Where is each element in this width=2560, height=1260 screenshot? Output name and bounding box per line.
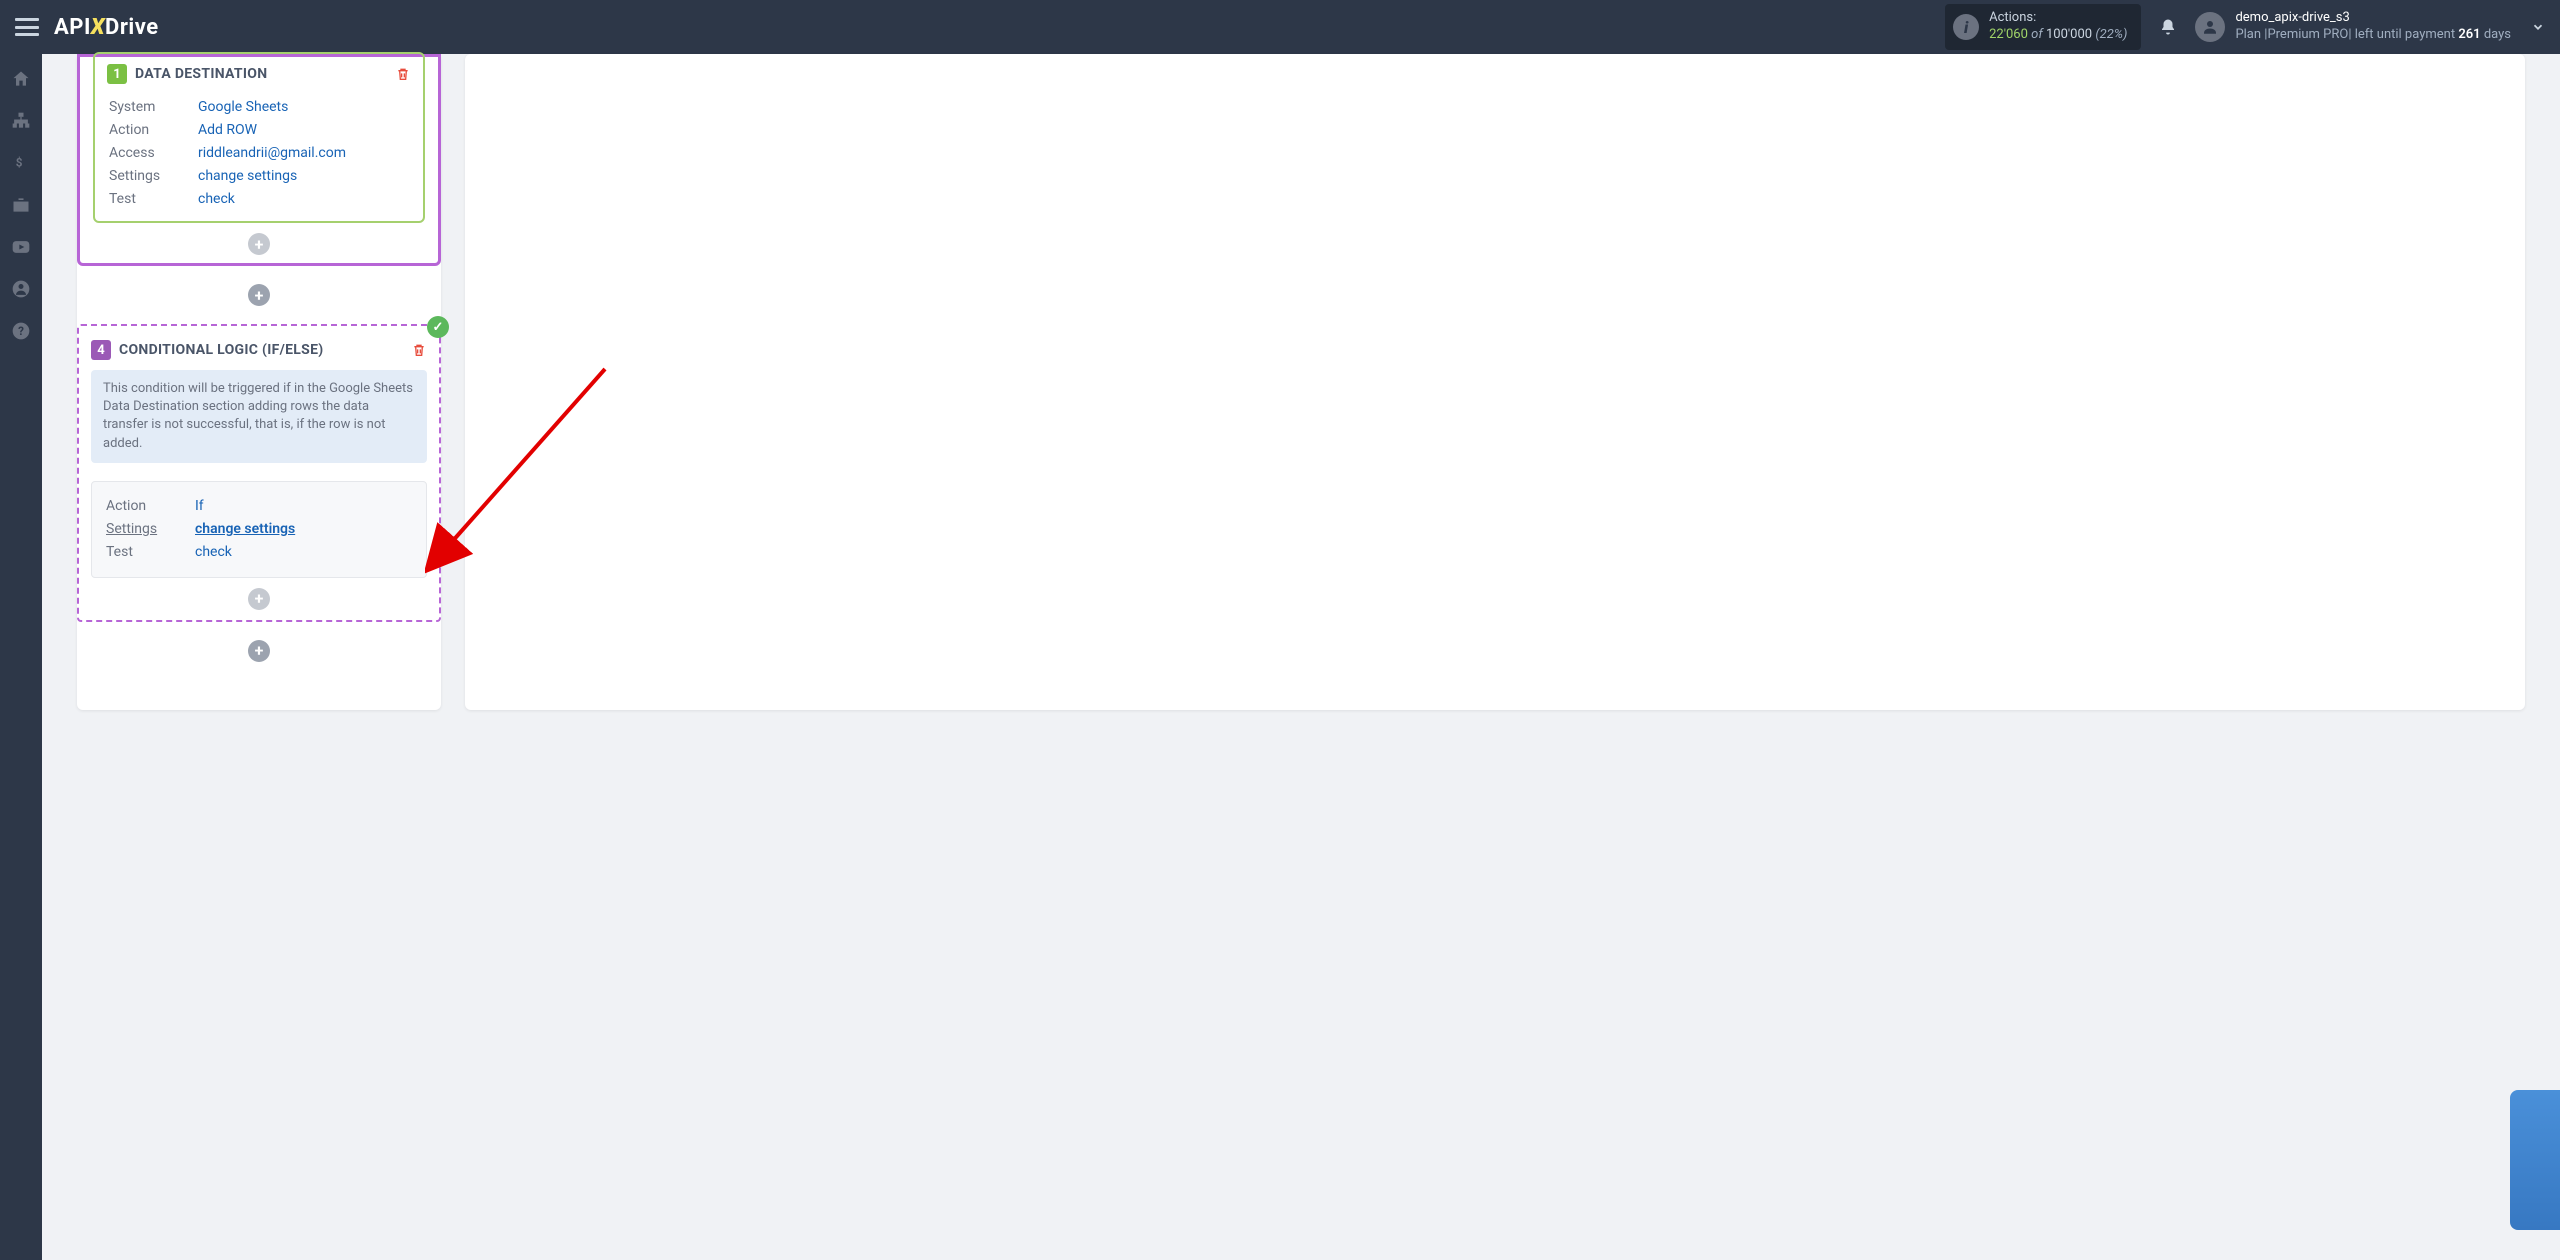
destination-settings: SystemGoogle Sheets ActionAdd ROW Access… xyxy=(107,94,411,211)
setting-row: Settingschange settings xyxy=(109,165,409,186)
block-title: CONDITIONAL LOGIC (IF/ELSE) xyxy=(119,342,323,358)
condition-description: This condition will be triggered if in t… xyxy=(91,370,427,463)
plan-line: Plan |Premium PRO| left until payment 26… xyxy=(2235,27,2511,44)
svg-text:?: ? xyxy=(18,324,24,338)
logo-api: API xyxy=(54,15,91,40)
system-link[interactable]: Google Sheets xyxy=(198,99,288,115)
workflow-panel: 1 DATA DESTINATION SystemGoogle Sheets A… xyxy=(77,54,441,710)
add-step-button[interactable]: + xyxy=(248,588,270,610)
destination-block: 1 DATA DESTINATION SystemGoogle Sheets A… xyxy=(93,52,425,223)
actions-counter[interactable]: i Actions: 22'060 of 100'000 (22%) xyxy=(1945,4,2141,50)
add-block-button[interactable]: + xyxy=(248,640,270,662)
logo-x: X xyxy=(91,15,105,40)
setting-row: SystemGoogle Sheets xyxy=(109,96,409,117)
sitemap-icon[interactable] xyxy=(10,110,32,132)
youtube-icon[interactable] xyxy=(10,236,32,258)
briefcase-icon[interactable] xyxy=(10,194,32,216)
access-link[interactable]: riddleandrii@gmail.com xyxy=(198,145,346,161)
main-content: 1 DATA DESTINATION SystemGoogle Sheets A… xyxy=(42,54,2560,740)
side-widget[interactable] xyxy=(2510,1090,2560,1230)
setting-row: Testcheck xyxy=(106,542,412,563)
block-title: DATA DESTINATION xyxy=(135,66,267,82)
check-badge-icon xyxy=(427,316,449,338)
add-step-button[interactable]: + xyxy=(248,233,270,255)
action-link[interactable]: If xyxy=(195,498,204,514)
hamburger-menu[interactable] xyxy=(15,18,39,36)
notifications-icon[interactable] xyxy=(2159,18,2177,36)
setting-row: Testcheck xyxy=(109,188,409,209)
change-settings-link[interactable]: change settings xyxy=(195,521,295,537)
setting-row: ActionIf xyxy=(106,496,412,517)
user-name: demo_apix-drive_s3 xyxy=(2235,10,2511,27)
detail-panel xyxy=(465,54,2525,710)
annotation-arrow xyxy=(425,359,625,579)
settings-link[interactable]: change settings xyxy=(198,168,297,184)
delete-icon[interactable] xyxy=(395,66,411,82)
actions-total: 100'000 xyxy=(2046,27,2092,42)
actions-used: 22'060 xyxy=(1989,27,2028,42)
avatar-icon xyxy=(2195,12,2225,42)
conditional-block: 4 CONDITIONAL LOGIC (IF/ELSE) This condi… xyxy=(77,324,441,622)
chevron-down-icon xyxy=(2531,20,2545,34)
action-link[interactable]: Add ROW xyxy=(198,122,257,138)
destination-block-wrapper: 1 DATA DESTINATION SystemGoogle Sheets A… xyxy=(77,54,441,266)
add-block-button[interactable]: + xyxy=(248,284,270,306)
home-icon[interactable] xyxy=(10,68,32,90)
test-link[interactable]: check xyxy=(198,191,235,207)
test-link[interactable]: check xyxy=(195,544,232,560)
svg-text:$: $ xyxy=(16,156,23,170)
block-number-badge: 4 xyxy=(91,340,111,360)
delete-icon[interactable] xyxy=(411,342,427,358)
logo[interactable]: APIXDrive xyxy=(54,15,159,40)
setting-row: Settingschange settings xyxy=(106,519,412,540)
actions-of: of xyxy=(2031,27,2043,42)
help-icon[interactable]: ? xyxy=(10,320,32,342)
actions-pct: (22%) xyxy=(2095,27,2127,42)
user-icon[interactable] xyxy=(10,278,32,300)
logo-drive: Drive xyxy=(105,15,159,40)
sidebar: $ ? xyxy=(0,54,42,1260)
info-icon: i xyxy=(1953,14,1979,40)
block-number-badge: 1 xyxy=(107,64,127,84)
setting-row: Accessriddleandrii@gmail.com xyxy=(109,142,409,163)
user-menu[interactable]: demo_apix-drive_s3 Plan |Premium PRO| le… xyxy=(2195,10,2545,44)
setting-row: ActionAdd ROW xyxy=(109,119,409,140)
actions-label: Actions: xyxy=(1989,10,2127,27)
condition-settings: ActionIf Settingschange settings Testche… xyxy=(91,481,427,578)
dollar-icon[interactable]: $ xyxy=(10,152,32,174)
app-header: APIXDrive i Actions: 22'060 of 100'000 (… xyxy=(0,0,2560,54)
